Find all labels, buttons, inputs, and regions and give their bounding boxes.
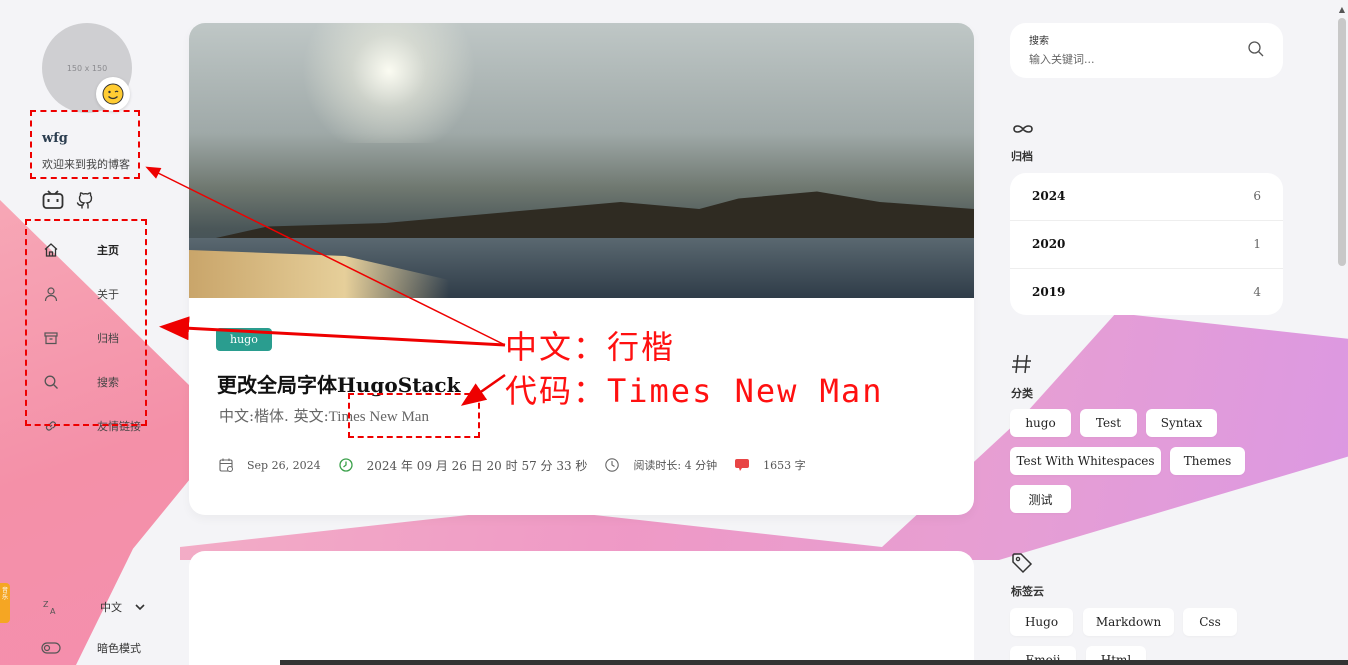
archive-count: 6 (1253, 189, 1261, 203)
floating-music-tab[interactable]: 音乐 (0, 583, 10, 623)
archives-title: 归档 (1011, 150, 1033, 163)
tag-chip[interactable]: Hugo (1010, 608, 1073, 636)
archive-count: 1 (1253, 237, 1261, 251)
annotation-chinese-font: 中文：行楷 (505, 328, 676, 366)
archive-item[interactable]: 2019 4 (1010, 269, 1283, 315)
github-icon[interactable] (74, 189, 96, 211)
archive-item[interactable]: 2020 1 (1010, 221, 1283, 269)
category-chip[interactable]: hugo (1010, 409, 1071, 437)
clock-green-icon (337, 456, 355, 474)
language-switcher[interactable]: ZA 中文 (40, 596, 146, 618)
article-card[interactable]: hugo 更改全局字体HugoStack 中文:楷体. 英文:Times New… (189, 23, 974, 515)
archive-year: 2024 (1032, 189, 1066, 203)
svg-text:A: A (50, 607, 56, 616)
dark-mode-toggle[interactable]: 暗色模式 (40, 637, 141, 659)
avatar-emoji-icon (96, 77, 130, 111)
language-label: 中文 (100, 601, 122, 614)
os-taskbar (280, 660, 1348, 665)
search-icon[interactable] (1247, 40, 1265, 58)
infinity-icon (1010, 118, 1036, 144)
subtitle-prefix: 中文:楷体. 英文: (219, 407, 329, 425)
tags-title: 标签云 (1011, 585, 1044, 598)
dark-mode-label: 暗色模式 (97, 642, 141, 655)
publish-date: Sep 26, 2024 (247, 458, 321, 472)
tag-icon (1010, 551, 1034, 579)
social-links (42, 189, 96, 211)
archive-item[interactable]: 2024 6 (1010, 173, 1283, 221)
category-chip[interactable]: Syntax (1146, 409, 1217, 437)
article-cover-image[interactable] (189, 23, 974, 298)
search-input[interactable]: 输入关键词... (1029, 51, 1095, 67)
categories-title: 分类 (1011, 387, 1033, 400)
clock-icon (603, 456, 621, 474)
annotation-box-font (348, 393, 480, 438)
page-scrollbar[interactable] (1338, 18, 1346, 266)
tag-chip[interactable]: Markdown (1083, 608, 1174, 636)
hash-icon (1010, 352, 1034, 380)
next-article-card[interactable] (189, 551, 974, 665)
archive-year: 2019 (1032, 285, 1066, 299)
article-meta: Sep 26, 2024 2024 年 09 月 26 日 20 时 57 分 … (217, 456, 822, 474)
publish-datetime: 2024 年 09 月 26 日 20 时 57 分 33 秒 (366, 458, 588, 473)
category-tag[interactable]: hugo (216, 328, 272, 351)
calendar-icon (217, 456, 235, 474)
annotation-box-menu (25, 219, 147, 426)
category-chip[interactable]: Test With Whitespaces (1010, 447, 1161, 475)
category-chip[interactable]: Test (1080, 409, 1137, 437)
scroll-up-arrow-icon[interactable]: ▲ (1339, 5, 1345, 14)
avatar-placeholder-text: 150 x 150 (66, 63, 108, 73)
annotation-code-font: 代码：Times New Man (505, 372, 884, 410)
archive-year: 2020 (1032, 237, 1066, 251)
search-label: 搜索 (1029, 36, 1049, 47)
annotation-box-profile (30, 110, 140, 179)
archives-list: 2024 6 2020 1 2019 4 (1010, 173, 1283, 315)
cover-sun-glow (289, 23, 489, 143)
toggle-icon (40, 637, 62, 659)
category-chip[interactable]: Themes (1170, 447, 1245, 475)
bilibili-icon[interactable] (42, 189, 64, 211)
chevron-down-icon (134, 601, 146, 613)
word-count: 1653 字 (763, 459, 806, 472)
archive-count: 4 (1253, 285, 1261, 299)
svg-text:Z: Z (43, 600, 49, 609)
reading-time: 阅读时长: 4 分钟 (633, 459, 718, 472)
word-count-icon (733, 456, 751, 474)
category-chip[interactable]: 测试 (1010, 485, 1071, 513)
tag-chip[interactable]: Css (1183, 608, 1237, 636)
translate-icon: ZA (40, 596, 62, 618)
search-widget[interactable]: 搜索 输入关键词... (1010, 23, 1283, 78)
